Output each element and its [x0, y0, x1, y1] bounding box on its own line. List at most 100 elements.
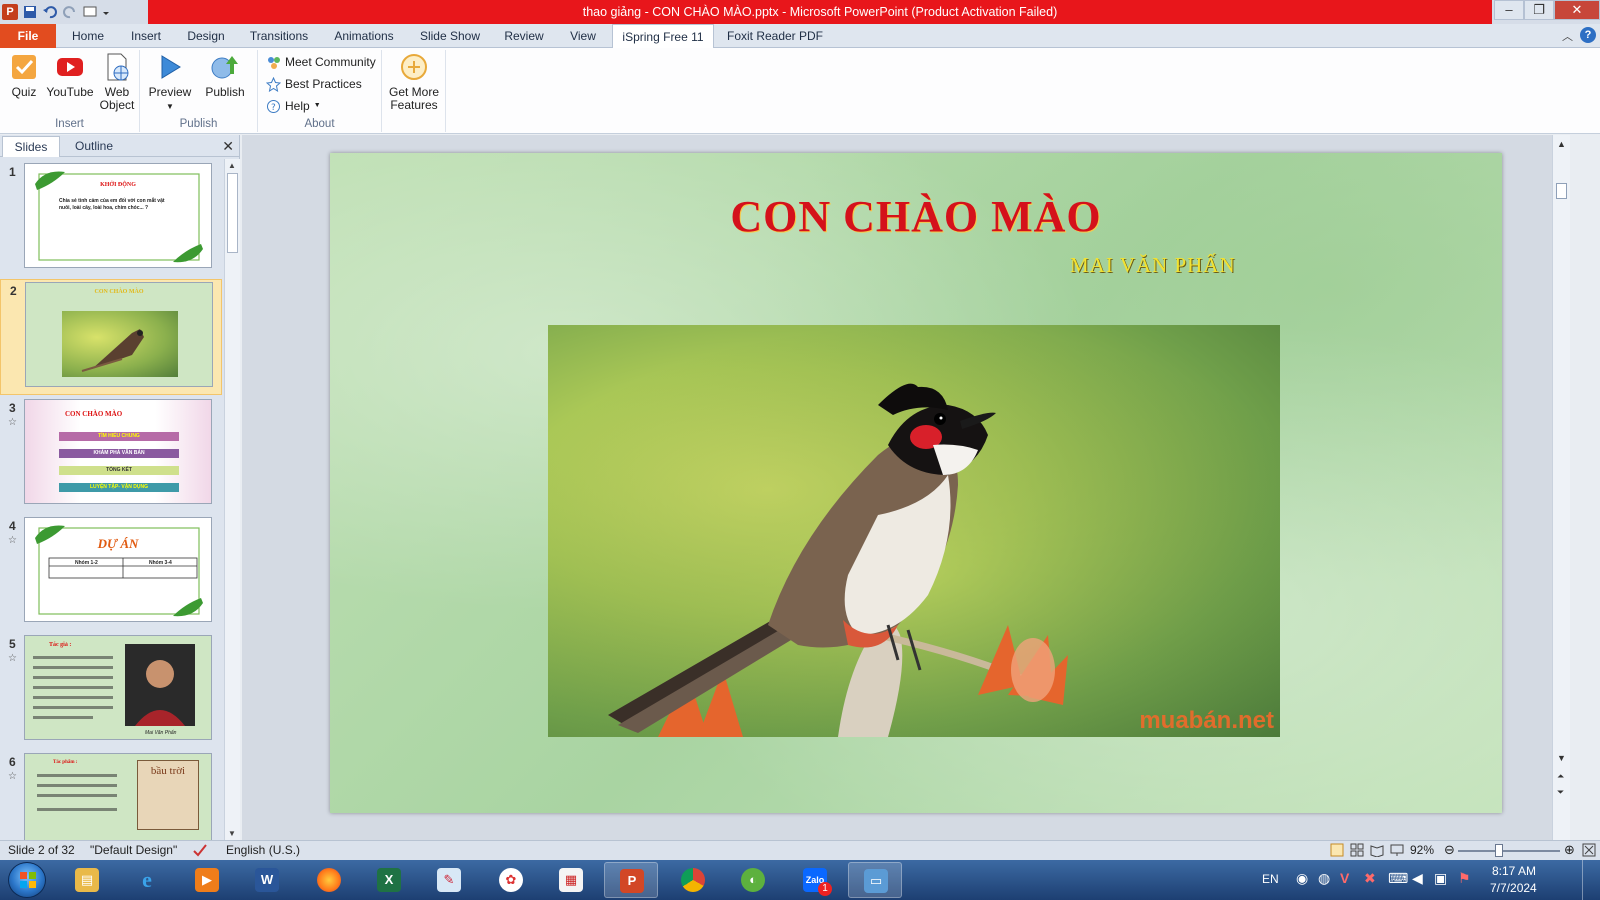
- status-bar: Slide 2 of 32 "Default Design" English (…: [0, 840, 1600, 860]
- flag-tray-icon[interactable]: ⚑: [1458, 870, 1471, 887]
- tab-slide-show[interactable]: Slide Show: [412, 24, 488, 48]
- fit-to-window-icon[interactable]: [1582, 843, 1596, 860]
- powerpoint-logo-icon[interactable]: P: [2, 4, 18, 20]
- minimize-button[interactable]: –: [1494, 0, 1524, 20]
- collapse-ribbon-icon[interactable]: ︿: [1562, 28, 1573, 44]
- tab-ispring[interactable]: iSpring Free 11: [612, 24, 714, 49]
- spell-check-icon[interactable]: [192, 843, 210, 860]
- network-tray-icon[interactable]: ◉: [1296, 870, 1308, 887]
- vietkey-tray-icon[interactable]: V: [1340, 870, 1349, 886]
- slide-thumbnail-4[interactable]: 4 ☆ DỰ ÁN Nhóm 1-2 Nhóm 3-4: [0, 515, 222, 631]
- slide-4-preview: DỰ ÁN Nhóm 1-2 Nhóm 3-4: [24, 517, 212, 622]
- tray-app-icon[interactable]: ◍: [1318, 870, 1330, 887]
- publish-button[interactable]: Publish: [202, 52, 248, 99]
- taskbar-excel[interactable]: X: [362, 862, 416, 898]
- language-indicator[interactable]: English (U.S.): [226, 843, 300, 857]
- redo-icon[interactable]: [62, 4, 78, 20]
- next-slide-icon[interactable]: ⏷: [1557, 787, 1564, 798]
- taskbar-file-explorer[interactable]: ▤: [60, 862, 114, 898]
- meet-community-button[interactable]: Meet Community: [266, 52, 376, 72]
- current-slide[interactable]: CON CHÀO MÀO MAI VĂN PHẤN muabán.net: [330, 153, 1502, 813]
- tab-file[interactable]: File: [0, 24, 56, 48]
- play-icon: [161, 55, 181, 79]
- clock-time[interactable]: 8:17 AM: [1492, 864, 1536, 878]
- slide-show-icon[interactable]: [1390, 843, 1404, 860]
- zoom-slider[interactable]: [1458, 850, 1560, 852]
- preview-button[interactable]: Preview ▼: [148, 52, 192, 113]
- theme-name[interactable]: "Default Design": [90, 843, 177, 857]
- editor-scrollbar[interactable]: ▲ ▼ ⏶ ⏷: [1552, 135, 1570, 840]
- powerpoint-icon: P: [620, 869, 644, 893]
- slide-thumbnail-3[interactable]: 3 ☆ CON CHÀO MÀO TÌM HIỂU CHUNG KHÁM PHÁ…: [0, 397, 222, 513]
- slide-thumbnail-5[interactable]: 5 ☆ Tác giả : Mai Văn Phấn: [0, 633, 222, 749]
- slide-thumbnail-6[interactable]: 6 ☆ Tác phẩm : bầu trời: [0, 751, 222, 840]
- input-language[interactable]: EN: [1262, 872, 1279, 886]
- previous-slide-icon[interactable]: ⏶: [1557, 771, 1564, 782]
- taskbar-word[interactable]: W: [240, 862, 294, 898]
- zoom-level[interactable]: 92%: [1410, 843, 1434, 857]
- taskbar-remote-desktop[interactable]: ▭: [848, 862, 902, 898]
- panel-scroll-thumb[interactable]: [227, 173, 238, 253]
- restore-button[interactable]: ❐: [1524, 0, 1554, 20]
- best-practices-button[interactable]: Best Practices: [266, 74, 362, 94]
- bird-photo[interactable]: muabán.net: [548, 325, 1280, 737]
- tab-home[interactable]: Home: [60, 24, 116, 48]
- leaf-app-icon: ✿: [499, 868, 523, 892]
- taskbar-app-grid[interactable]: ▦: [544, 862, 598, 898]
- slide-title[interactable]: CON CHÀO MÀO: [330, 191, 1502, 242]
- tab-transitions[interactable]: Transitions: [242, 24, 316, 48]
- tab-animations[interactable]: Animations: [326, 24, 402, 48]
- taskbar-chrome[interactable]: [666, 862, 720, 898]
- slide-author[interactable]: MAI VĂN PHẤN: [1070, 253, 1236, 278]
- display-tray-icon[interactable]: ▣: [1434, 870, 1447, 887]
- windows-logo-icon: [20, 872, 36, 888]
- tab-view[interactable]: View: [560, 24, 606, 48]
- taskbar-firefox[interactable]: [302, 862, 356, 898]
- community-icon: [268, 56, 280, 69]
- reading-view-icon[interactable]: [1370, 843, 1384, 860]
- tab-outline[interactable]: Outline: [64, 136, 124, 157]
- tab-slides[interactable]: Slides: [2, 136, 60, 157]
- taskbar-powerpoint[interactable]: P: [604, 862, 658, 898]
- taskbar-internet-explorer[interactable]: e: [120, 862, 174, 898]
- tab-foxit[interactable]: Foxit Reader PDF: [720, 24, 830, 48]
- slide-6-preview: Tác phẩm : bầu trời: [24, 753, 212, 840]
- start-button[interactable]: [8, 862, 46, 898]
- volume-icon[interactable]: ◀: [1412, 870, 1423, 887]
- zoom-in-icon[interactable]: ⊕: [1564, 842, 1575, 858]
- taskbar-media-player[interactable]: ▶: [180, 862, 234, 898]
- clock-date[interactable]: 7/7/2024: [1490, 881, 1537, 895]
- taskbar-zalo[interactable]: Zalo 1: [788, 862, 842, 898]
- slide-thumbnail-1[interactable]: 1 KHỞI ĐỘNG Chia sẻ tình cảm của em đối …: [0, 161, 222, 277]
- youtube-button[interactable]: YouTube: [46, 52, 94, 99]
- customize-toolbar-icon[interactable]: [102, 4, 110, 20]
- undo-icon[interactable]: [42, 4, 58, 20]
- show-desktop-button[interactable]: [1582, 860, 1600, 900]
- taskbar-app-leaf[interactable]: ✿: [484, 862, 538, 898]
- zoom-slider-handle[interactable]: [1495, 844, 1503, 857]
- quiz-button[interactable]: Quiz: [6, 52, 42, 99]
- taskbar-paint[interactable]: ✎: [422, 862, 476, 898]
- close-button[interactable]: ✕: [1554, 0, 1600, 20]
- normal-view-icon[interactable]: [1330, 843, 1344, 860]
- get-more-features-button[interactable]: Get More Features: [386, 52, 442, 112]
- keyboard-tray-icon[interactable]: ⌨: [1388, 870, 1408, 887]
- tab-review[interactable]: Review: [498, 24, 550, 48]
- editor-scroll-thumb[interactable]: [1556, 183, 1567, 199]
- antivirus-tray-icon[interactable]: ✖: [1364, 870, 1376, 887]
- tab-design[interactable]: Design: [178, 24, 234, 48]
- watermark: muabán.net: [1139, 707, 1274, 734]
- help-icon[interactable]: ?: [1580, 27, 1596, 43]
- slide-sorter-icon[interactable]: [1350, 843, 1364, 860]
- taskbar-coccoc[interactable]: ◐: [726, 862, 780, 898]
- slide-thumbnail-2[interactable]: 2 CON CHÀO MÀO: [0, 279, 222, 395]
- panel-scrollbar[interactable]: ▲ ▼: [224, 159, 240, 840]
- close-panel-icon[interactable]: ✕: [222, 138, 234, 155]
- help-button[interactable]: ? Help ▼: [266, 96, 321, 116]
- save-icon[interactable]: [22, 4, 38, 20]
- zoom-out-icon[interactable]: ⊖: [1444, 842, 1455, 858]
- web-object-button[interactable]: Web Object: [98, 52, 136, 112]
- tab-insert[interactable]: Insert: [118, 24, 174, 48]
- presentation-icon[interactable]: [82, 4, 98, 20]
- monitor-icon: ▭: [864, 869, 888, 893]
